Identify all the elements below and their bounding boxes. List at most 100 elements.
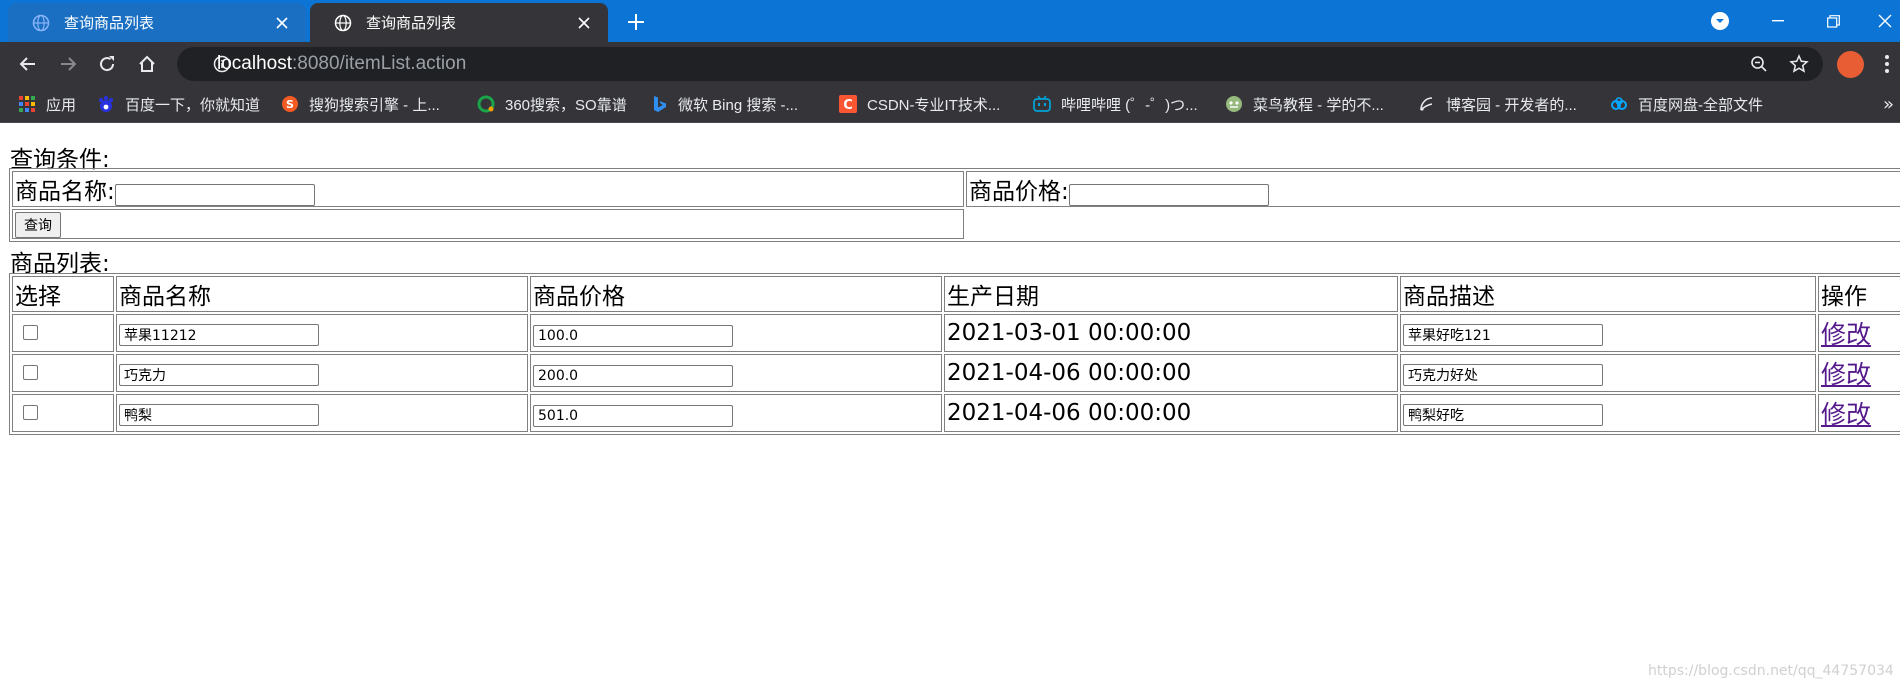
bookmark-label: 菜鸟教程 - 学的不...: [1253, 96, 1384, 114]
bing-icon: [650, 95, 668, 113]
browser-toolbar: localhost:8080/itemList.action: [0, 42, 1900, 86]
home-button[interactable]: [133, 50, 161, 78]
table-row: 2021-03-01 00:00:00 修改: [12, 314, 1900, 352]
back-button[interactable]: [14, 50, 42, 78]
new-tab-button[interactable]: [624, 10, 648, 34]
action-cell: 修改: [1818, 354, 1900, 392]
bookmark-label: CSDN-专业IT技术...: [867, 96, 1001, 114]
bookmark-label: 应用: [46, 96, 77, 114]
name-cell: [116, 394, 528, 432]
bookmark-runoob[interactable]: 菜鸟教程 - 学的不...: [1225, 86, 1384, 122]
close-icon: [1878, 14, 1892, 28]
bookmark-csdn[interactable]: C CSDN-专业IT技术...: [839, 86, 1000, 122]
bookmark-apps[interactable]: 应用: [18, 86, 76, 122]
edit-link[interactable]: 修改: [1821, 360, 1871, 389]
row-price-input[interactable]: [533, 364, 733, 387]
home-icon: [139, 55, 155, 72]
url-host: localhost: [217, 53, 292, 74]
bookmark-360[interactable]: 360搜索，SO靠谱: [477, 86, 627, 122]
name-cell: [116, 314, 528, 352]
row-name-input[interactable]: [119, 404, 319, 426]
restore-icon: [1826, 14, 1840, 28]
price-cell: 商品价格:: [966, 171, 1900, 207]
price-cell: [530, 314, 942, 352]
baidu-icon: [97, 95, 115, 113]
tab-inactive[interactable]: 查询商品列表: [8, 3, 306, 42]
tab-active[interactable]: 查询商品列表: [310, 3, 608, 42]
watermark: https://blog.csdn.net/qq_44757034: [1648, 663, 1894, 679]
close-tab-icon[interactable]: [272, 13, 292, 33]
price-cell: [530, 394, 942, 432]
zoom-icon[interactable]: [1750, 55, 1768, 77]
arrow-right-icon: [61, 57, 77, 71]
chevron-down-circle-icon: [1711, 12, 1729, 30]
globe-icon: [32, 14, 50, 32]
star-icon[interactable]: [1789, 54, 1809, 78]
close-tab-icon[interactable]: [574, 13, 594, 33]
restore-button[interactable]: [1810, 0, 1856, 42]
url-path: :8080/itemList.action: [292, 53, 467, 74]
product-price-input[interactable]: [1068, 184, 1269, 206]
bookmark-bing[interactable]: 微软 Bing 搜索 -...: [650, 86, 798, 122]
row-name-input[interactable]: [119, 364, 319, 386]
bookmark-sogou[interactable]: S 搜狗搜索引擎 - 上...: [281, 86, 440, 122]
runoob-icon: [1225, 95, 1243, 113]
row-checkbox[interactable]: [23, 405, 38, 420]
edit-link[interactable]: 修改: [1821, 400, 1871, 429]
query-button[interactable]: 查询: [15, 212, 61, 238]
url-text[interactable]: localhost:8080/itemList.action: [217, 47, 466, 81]
column-header: 商品名称: [116, 276, 528, 312]
desc-cell: [1400, 314, 1816, 352]
desc-cell: [1400, 354, 1816, 392]
bookmark-label: 哔哩哔哩 (゜-゜)つ...: [1061, 96, 1198, 114]
column-header: 操作: [1818, 276, 1900, 312]
reload-button[interactable]: [93, 50, 121, 78]
select-cell: [12, 354, 114, 392]
row-checkbox[interactable]: [23, 365, 38, 380]
edit-link[interactable]: 修改: [1821, 320, 1871, 349]
product-name-input[interactable]: [114, 184, 315, 206]
row-desc-input[interactable]: [1403, 364, 1603, 386]
cnblogs-icon: [1418, 95, 1436, 113]
row-checkbox[interactable]: [23, 325, 38, 340]
bookmark-cnblogs[interactable]: 博客园 - 开发者的...: [1418, 86, 1577, 122]
csdn-icon: C: [839, 95, 857, 113]
row-price-input[interactable]: [533, 404, 733, 427]
more-bookmarks-icon[interactable]: »: [1883, 94, 1894, 115]
tab-search-button[interactable]: [1697, 0, 1743, 42]
row-desc-input[interactable]: [1403, 404, 1603, 426]
name-cell: [116, 354, 528, 392]
bookmark-label: 微软 Bing 搜索 -...: [678, 96, 799, 114]
table-row: 2021-04-06 00:00:00 修改: [12, 394, 1900, 432]
bookmark-baidu-pan[interactable]: 百度网盘-全部文件: [1610, 86, 1763, 122]
row-desc-input[interactable]: [1403, 324, 1603, 346]
forward-button[interactable]: [54, 50, 82, 78]
globe-icon: [334, 14, 352, 32]
price-label: 商品价格:: [969, 179, 1069, 205]
price-cell: [530, 354, 942, 392]
page-content: 查询条件: 商品名称: 商品价格: 查询 商品列表: 选择 商品名称 商品价格 …: [0, 123, 1900, 691]
row-price-input[interactable]: [533, 324, 733, 347]
baidu-pan-icon: [1610, 95, 1628, 113]
more-menu-icon[interactable]: [1884, 54, 1890, 74]
button-cell: 查询: [12, 209, 964, 239]
tab-strip: 查询商品列表 查询商品列表: [0, 0, 1900, 42]
address-bar[interactable]: localhost:8080/itemList.action: [177, 47, 1823, 81]
bookmark-bilibili[interactable]: 哔哩哔哩 (゜-゜)つ...: [1033, 86, 1198, 122]
minimize-button[interactable]: [1755, 0, 1801, 42]
table-header-row: 选择 商品名称 商品价格 生产日期 商品描述 操作: [12, 276, 1900, 312]
date-cell: 2021-03-01 00:00:00: [944, 314, 1398, 352]
close-window-button[interactable]: [1862, 0, 1900, 42]
reload-icon: [100, 56, 115, 72]
bookmark-label: 百度一下，你就知道: [125, 96, 261, 114]
row-name-input[interactable]: [119, 324, 319, 346]
query-form-table: 商品名称: 商品价格: 查询: [9, 168, 1900, 242]
product-table: 选择 商品名称 商品价格 生产日期 商品描述 操作 2021-03-01 00:…: [9, 273, 1900, 435]
bookmark-baidu[interactable]: 百度一下，你就知道: [97, 86, 260, 122]
column-header: 生产日期: [944, 276, 1398, 312]
profile-avatar[interactable]: [1837, 51, 1864, 78]
bilibili-icon: [1033, 95, 1051, 113]
action-cell: 修改: [1818, 394, 1900, 432]
column-header: 商品价格: [530, 276, 942, 312]
plus-icon: [628, 14, 644, 30]
